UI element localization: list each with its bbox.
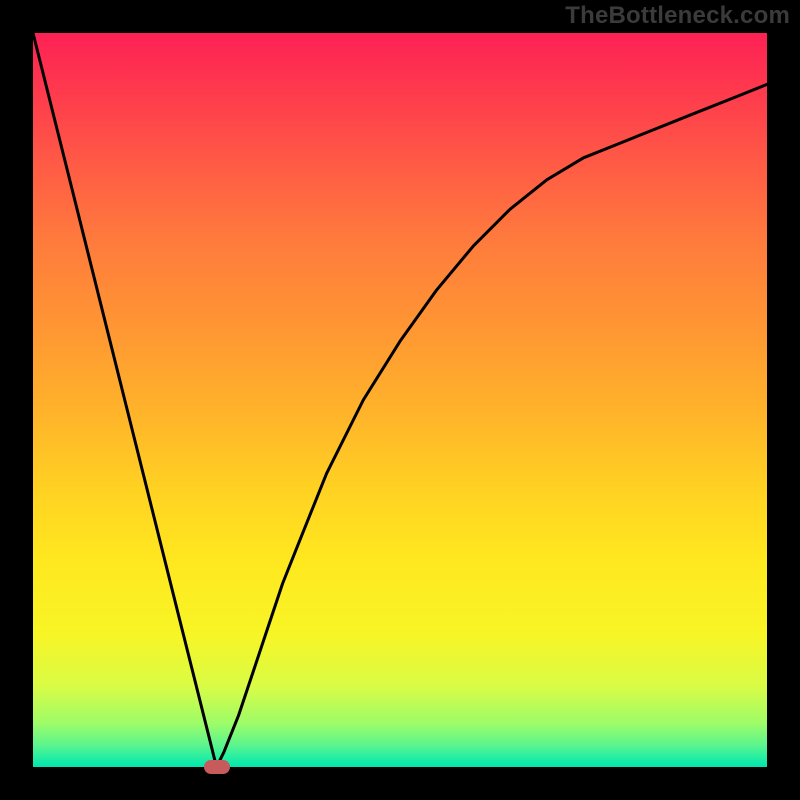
minimum-marker: [204, 760, 230, 774]
watermark-text: TheBottleneck.com: [565, 2, 790, 30]
curve-layer: [33, 33, 767, 767]
bottleneck-curve: [33, 33, 767, 767]
chart-frame: TheBottleneck.com: [0, 0, 800, 800]
